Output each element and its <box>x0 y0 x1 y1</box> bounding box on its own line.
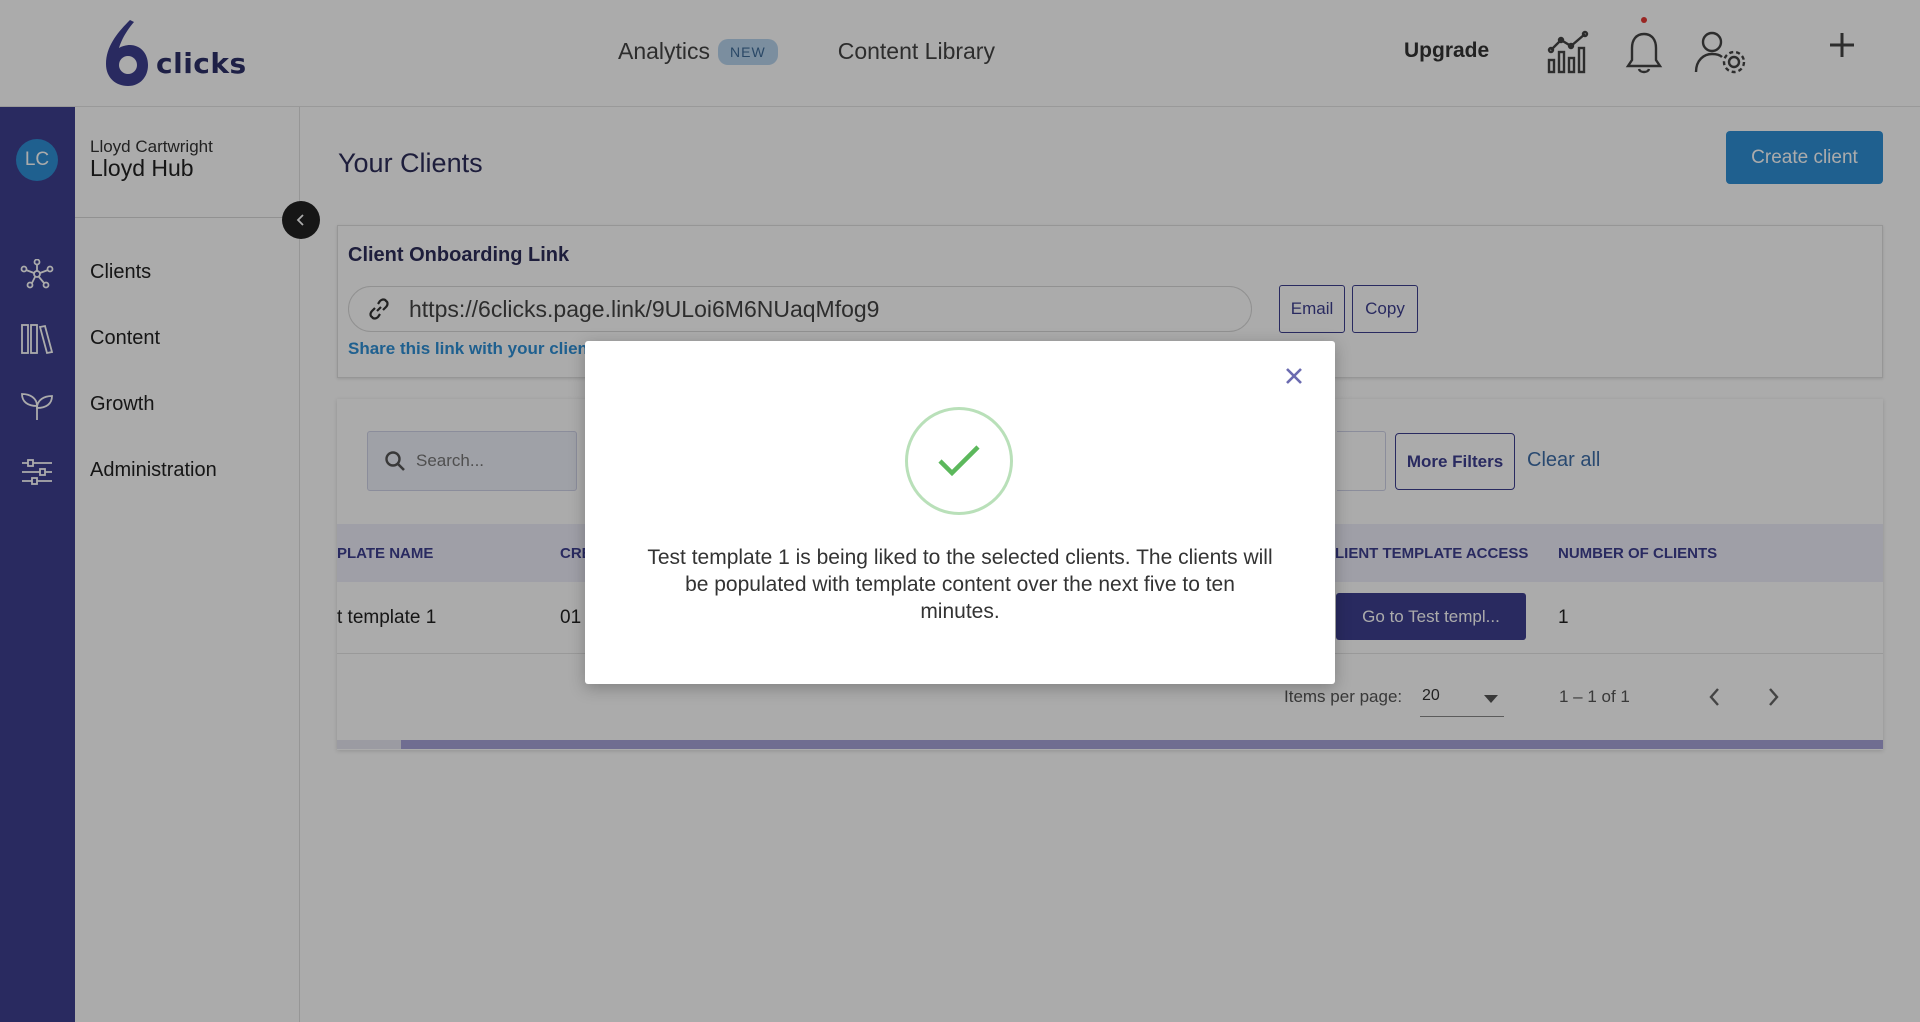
checkmark-icon <box>938 445 980 477</box>
close-button[interactable] <box>1279 361 1309 391</box>
success-indicator <box>905 407 1013 515</box>
success-dialog: Test template 1 is being liked to the se… <box>585 341 1335 684</box>
success-message: Test template 1 is being liked to the se… <box>647 546 1273 623</box>
close-icon <box>1286 368 1302 384</box>
